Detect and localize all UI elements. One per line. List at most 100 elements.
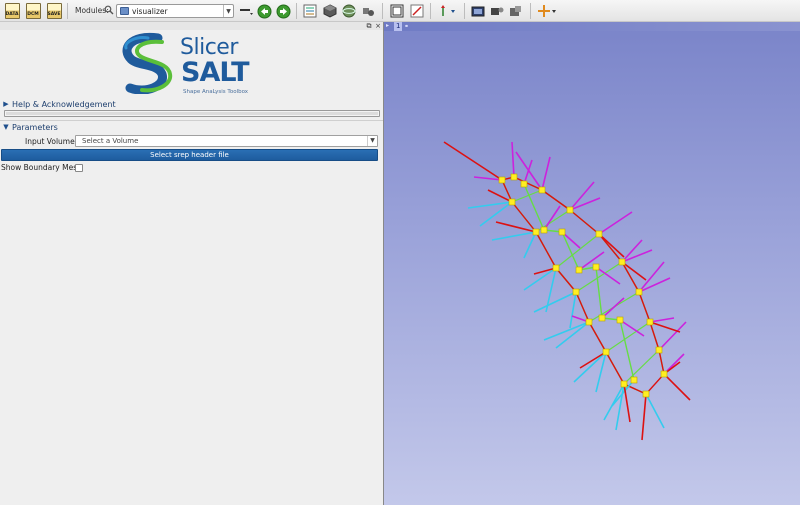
skeletal-atom [510,173,518,181]
skeletal-atom [620,380,628,388]
expand-arrow-icon: ▶ [3,100,9,108]
skeletal-atom [592,263,600,271]
close-icon[interactable]: × [374,22,382,30]
undock-icon[interactable]: ⧉ [365,22,373,30]
module-history-button[interactable] [238,2,254,20]
skeletal-atom [635,288,643,296]
toolbar-separator [530,3,531,19]
skeleton-edge [561,231,580,271]
ruler-icon [410,4,424,18]
3d-view[interactable]: ▸ 1 ⚭ [384,22,800,505]
crest-spoke [623,383,631,423]
boundary-mesh-label: Show Boundary Mesh [1,163,82,172]
help-section-title: Help & Acknowledgement [12,99,116,109]
skeletal-atom [532,228,540,236]
puzzle-icon [510,6,521,16]
save-button[interactable]: SAVE [45,2,63,20]
up-spoke [541,156,551,191]
extensions-button[interactable] [508,2,524,20]
skeletal-atom [572,288,580,296]
logo-tagline: Shape AnaLysis Toolbox [183,89,249,95]
list-tree-icon [303,4,317,18]
volumes-module-button[interactable] [322,2,338,20]
data-file-icon: DATA [4,3,20,19]
arrow-left-icon [257,4,271,18]
module-selector-value: visualizer [132,6,168,16]
skeletal-atom [602,348,610,356]
screenshot-button[interactable] [470,2,486,20]
skeletal-atom [575,266,583,274]
skeletal-atom [616,316,624,324]
chevron-down-icon: ▼ [223,5,233,17]
help-frame-bar [6,112,378,115]
down-spoke [491,231,537,241]
srep-render [443,141,691,441]
mouse-mode-button[interactable] [436,2,458,20]
module-selector[interactable]: visualizer ▼ [116,4,234,18]
data-module-button[interactable] [302,2,318,20]
skeleton-edge [638,291,651,323]
boundary-mesh-checkbox[interactable] [75,164,83,172]
parameters-section-header[interactable]: ▼ Parameters [0,121,383,133]
parameters-section-title: Parameters [12,122,58,132]
down-spoke [573,351,607,383]
crest-spoke [663,373,691,401]
axes-arrow-icon [441,5,455,16]
toolbar-separator [430,3,431,19]
toolbar-separator [382,3,383,19]
place-fiducial-button[interactable] [536,2,558,20]
input-volume-selector[interactable]: Select a Volume ▼ [75,135,378,147]
ruler-button[interactable] [409,2,425,20]
skeletal-atom [540,226,548,234]
transforms-module-button[interactable] [360,2,376,20]
search-icon[interactable] [104,5,114,15]
skeletal-atom [508,198,516,206]
crest-spoke [443,141,503,181]
skeleton-edge [541,189,571,211]
skeleton-edge [619,319,635,381]
skeletal-atom [498,176,506,184]
previous-module-button[interactable] [256,2,272,20]
logo-salt-text: SALT [181,57,249,88]
data-button[interactable]: DATA [3,2,21,20]
input-volume-value: Select a Volume [82,137,139,145]
toolbar-separator [296,3,297,19]
shapes-icon [363,8,374,16]
skeletal-atom [642,390,650,398]
models-module-button[interactable] [341,2,357,20]
select-srep-button[interactable]: Select srep header file [1,149,378,161]
skeletal-atom [566,206,574,214]
skeleton-edge [588,321,607,353]
scene-view-button[interactable] [489,2,505,20]
skeletal-atom [520,180,528,188]
next-module-button[interactable] [275,2,291,20]
crest-spoke [621,261,647,281]
skeleton-edge [623,349,660,385]
skeleton-edge [658,349,665,375]
module-icon [120,7,129,15]
down-spoke [533,291,577,313]
up-spoke [511,141,515,178]
down-spoke [569,291,577,329]
skeleton-edge [621,261,640,293]
module-panel: ⧉ × Slicer SALT Shape AnaLysis Toolbox ▶… [0,22,383,505]
fiducial-plus-icon [538,5,556,17]
skeletal-atom [646,318,654,326]
arrow-right-icon [276,4,290,18]
skeleton-edge [605,321,651,353]
up-spoke [649,317,675,323]
help-section-header[interactable]: ▶ Help & Acknowledgement [0,98,383,110]
down-spoke [543,321,590,341]
crest-spoke [641,393,647,441]
input-volume-label: Input Volume: [25,137,78,146]
crosshair-button[interactable] [389,2,405,20]
skeletal-atom [618,258,626,266]
help-collapsed-frame [4,110,380,117]
skeletal-atom [552,264,560,272]
sphere-icon [342,4,356,18]
down-spoke [555,321,590,349]
salt-swirl-logo-icon [122,32,173,95]
save-file-icon: SAVE [46,3,62,19]
skeleton-edge [555,267,577,293]
dcm-button[interactable]: DCM [24,2,42,20]
